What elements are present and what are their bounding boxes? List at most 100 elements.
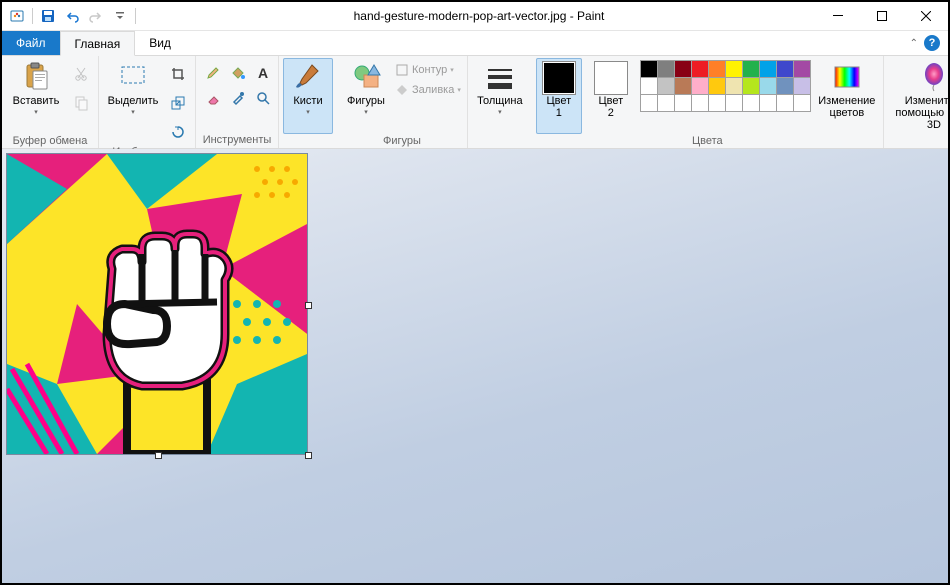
fill-shape-icon [395,83,409,97]
palette-color[interactable] [759,60,777,78]
color1-label: Цвет 1 [547,95,572,119]
palette-color[interactable] [759,94,777,112]
palette-color[interactable] [793,94,811,112]
size-label: Толщина [477,95,523,107]
shapes-gallery[interactable]: Фигуры ▾ [341,58,391,134]
brushes-button[interactable]: Кисти ▾ [283,58,333,134]
outline-label: Контур [412,64,447,76]
paint3d-icon [918,61,950,93]
shape-fill-button[interactable]: Заливка ▾ [393,80,463,100]
chevron-down-icon: ▾ [131,108,135,116]
palette-color[interactable] [708,77,726,95]
app-icon[interactable] [6,5,28,27]
group-label-shapes: Фигуры [341,134,463,149]
palette-color[interactable] [657,77,675,95]
minimize-button[interactable] [816,2,860,30]
paint3d-label: Изменить с помощью Paint 3D [889,95,950,131]
group-shapes: Фигуры ▾ Контур ▾ Заливка ▾ Фигу [337,56,468,148]
help-icon[interactable]: ? [924,35,940,51]
tab-file[interactable]: Файл [2,31,60,55]
palette-color[interactable] [742,77,760,95]
ribbon-tabs: Файл Главная Вид ⌃ ? [2,31,948,56]
resize-handle-s[interactable] [155,452,162,459]
palette-color[interactable] [691,60,709,78]
size-button[interactable]: Толщина ▾ [472,58,528,134]
palette-color[interactable] [742,94,760,112]
eyedropper-icon[interactable] [225,85,251,111]
palette-color[interactable] [640,77,658,95]
palette-color[interactable] [776,94,794,112]
quick-access-toolbar [2,5,142,27]
paste-button[interactable]: Вставить ▾ [6,58,66,134]
palette-color[interactable] [674,77,692,95]
palette-color[interactable] [759,77,777,95]
color2-label: Цвет 2 [599,95,624,119]
crop-icon[interactable] [165,61,191,87]
resize-icon[interactable] [165,90,191,116]
palette-color[interactable] [725,77,743,95]
palette-color[interactable] [742,60,760,78]
tab-view[interactable]: Вид [135,31,185,55]
edit-colors-button[interactable]: Изменение цветов [815,58,879,134]
palette-color[interactable] [657,94,675,112]
palette-color[interactable] [793,60,811,78]
resize-handle-e[interactable] [305,302,312,309]
chevron-down-icon: ▾ [306,108,310,116]
color1-swatch [542,61,576,95]
rotate-icon[interactable] [165,119,191,145]
palette-color[interactable] [708,94,726,112]
palette-color[interactable] [640,60,658,78]
fill-icon[interactable] [225,60,251,86]
select-button[interactable]: Выделить ▾ [103,58,163,134]
qat-customize-icon[interactable] [109,5,131,27]
shape-outline-button[interactable]: Контур ▾ [393,60,463,80]
group-paint3d: Изменить с помощью Paint 3D [884,56,950,148]
save-icon[interactable] [37,5,59,27]
group-tools: A Инструменты [196,56,279,148]
canvas[interactable] [7,154,307,454]
color2-swatch [594,61,628,95]
select-label: Выделить [108,95,159,107]
resize-handle-se[interactable] [305,452,312,459]
palette-color[interactable] [725,94,743,112]
color2-button[interactable]: Цвет 2 [588,58,634,134]
group-clipboard: Вставить ▾ Буфер обмена [2,56,99,148]
palette-color[interactable] [776,77,794,95]
magnifier-icon[interactable] [250,85,276,111]
pencil-icon[interactable] [200,60,226,86]
palette-color[interactable] [776,60,794,78]
window-buttons [816,2,948,30]
redo-icon[interactable] [85,5,107,27]
palette-color[interactable] [708,60,726,78]
edit-colors-label: Изменение цветов [818,95,875,119]
close-button[interactable] [904,2,948,30]
paste-icon [20,61,52,93]
fill-label: Заливка [412,84,454,96]
text-icon[interactable]: A [250,60,276,86]
shapes-icon [350,61,382,93]
palette-color[interactable] [793,77,811,95]
group-label-colors: Цвета [536,134,879,149]
cut-icon[interactable] [68,61,94,87]
palette-color[interactable] [657,60,675,78]
palette-color[interactable] [691,77,709,95]
palette-color[interactable] [640,94,658,112]
outline-icon [395,63,409,77]
palette-color[interactable] [725,60,743,78]
maximize-button[interactable] [860,2,904,30]
copy-icon[interactable] [68,90,94,116]
canvas-area[interactable] [2,149,948,583]
palette-color[interactable] [674,94,692,112]
ribbon-collapse-icon[interactable]: ⌃ [910,38,918,49]
size-icon [484,61,516,93]
eraser-icon[interactable] [200,85,226,111]
group-brushes: Кисти ▾ [279,56,337,148]
tab-home[interactable]: Главная [60,31,136,56]
color1-button[interactable]: Цвет 1 [536,58,582,134]
undo-icon[interactable] [61,5,83,27]
palette-color[interactable] [674,60,692,78]
chevron-down-icon: ▾ [498,108,502,116]
ribbon: Вставить ▾ Буфер обмена Выделить ▾ [2,56,948,149]
paint3d-button[interactable]: Изменить с помощью Paint 3D [888,58,950,134]
palette-color[interactable] [691,94,709,112]
